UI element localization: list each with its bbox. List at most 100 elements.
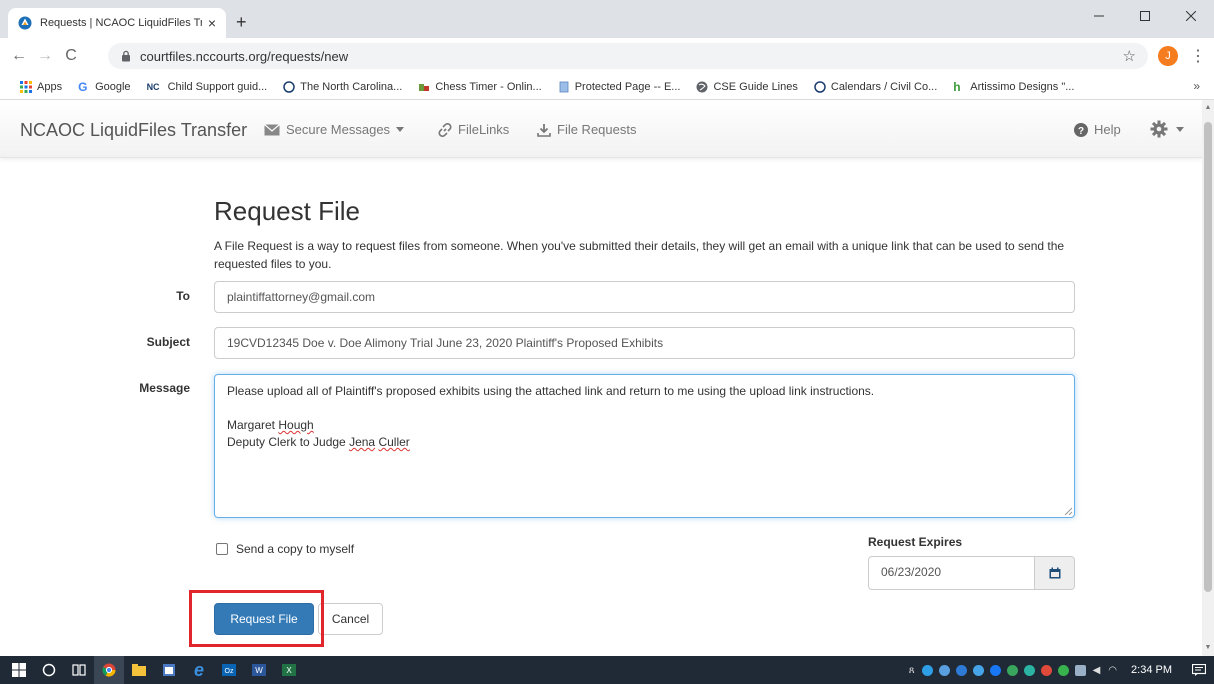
battery-icon[interactable] [1074, 664, 1086, 676]
bookmark-label: The North Carolina... [300, 80, 403, 93]
address-bar[interactable]: courtfiles.nccourts.org/requests/new ☆ [108, 43, 1148, 69]
send-copy-checkbox[interactable] [216, 543, 228, 555]
tab-close-icon[interactable]: × [208, 15, 216, 31]
bookmark-cse-guide-lines[interactable]: CSE Guide Lines [696, 80, 798, 93]
taskbar-edge[interactable]: e [184, 656, 214, 684]
maximize-button[interactable] [1122, 0, 1168, 32]
tray-app-icon[interactable] [955, 664, 967, 676]
folder-icon [132, 664, 146, 676]
outlook-icon: Oz [222, 664, 236, 676]
settings-menu[interactable] [1150, 120, 1184, 138]
start-button[interactable] [4, 656, 34, 684]
taskbar-outlook[interactable]: Oz [214, 656, 244, 684]
scroll-up-icon[interactable]: ▲ [1204, 104, 1212, 112]
tray-app-icon[interactable] [972, 664, 984, 676]
tray-app-icon[interactable] [1023, 664, 1035, 676]
cancel-button[interactable]: Cancel [318, 603, 383, 635]
action-center-button[interactable] [1184, 656, 1214, 684]
system-tray: ጸ ◀ ◠ 2:34 PM [905, 656, 1214, 684]
signature-last-name: Hough [278, 418, 314, 432]
tray-app-icon[interactable] [1006, 664, 1018, 676]
task-view-icon [72, 664, 86, 676]
bluetooth-icon[interactable] [989, 664, 1001, 676]
bookmark-protected-page[interactable]: Protected Page -- E... [558, 80, 681, 93]
bookmark-calendars[interactable]: Calendars / Civil Co... [814, 81, 937, 93]
message-line: Please upload all of Plaintiff's propose… [227, 384, 875, 398]
browser-menu-icon[interactable]: ⋮ [1190, 46, 1206, 66]
browser-tab[interactable]: Requests | NCAOC LiquidFiles Tra × [8, 8, 226, 38]
wifi-icon[interactable]: ◠ [1108, 665, 1117, 676]
app-window-icon [163, 664, 175, 676]
reload-icon[interactable]: C [58, 47, 84, 65]
subject-input[interactable] [214, 327, 1075, 359]
forward-arrow-icon[interactable]: → [32, 47, 58, 65]
nav-filelinks-label: FileLinks [458, 122, 510, 137]
chess-icon [419, 83, 430, 91]
nav-help[interactable]: ? Help [1074, 122, 1121, 137]
signature-title-prefix: Deputy Clerk to Judge [227, 435, 350, 449]
bookmark-artissimo[interactable]: h Artissimo Designs "... [953, 81, 1074, 93]
apps-grid-icon [20, 80, 32, 93]
browser-tab-strip: Requests | NCAOC LiquidFiles Tra × + [0, 0, 1214, 38]
back-arrow-icon[interactable]: ← [6, 47, 32, 65]
globe-icon [696, 81, 708, 92]
send-copy-label[interactable]: Send a copy to myself [236, 542, 354, 556]
taskbar-word[interactable]: W [244, 656, 274, 684]
volume-icon[interactable]: ◀ [1093, 665, 1101, 676]
send-copy-row[interactable]: Send a copy to myself [216, 542, 354, 556]
new-tab-button[interactable]: + [236, 12, 247, 33]
message-signature-name: Margaret Hough [227, 417, 1062, 434]
taskbar-clock[interactable]: 2:34 PM [1131, 664, 1172, 676]
scrollbar-thumb[interactable] [1204, 122, 1212, 592]
message-textarea[interactable]: Please upload all of Plaintiff's propose… [214, 374, 1075, 518]
svg-text:W: W [255, 666, 263, 675]
task-view-button[interactable] [64, 656, 94, 684]
bookmark-chess-timer[interactable]: Chess Timer - Onlin... [418, 81, 542, 93]
h-logo-icon: h [953, 79, 961, 94]
tray-app-icon[interactable] [1057, 664, 1069, 676]
expires-date-input[interactable]: 06/23/2020 [868, 556, 1035, 590]
taskbar-app[interactable] [154, 656, 184, 684]
close-window-button[interactable] [1168, 0, 1214, 32]
caret-down-icon [396, 127, 405, 132]
app-brand[interactable]: NCAOC LiquidFiles Transfer [20, 120, 247, 141]
tray-app-icon[interactable] [938, 664, 950, 676]
svg-text:X: X [286, 666, 292, 675]
profile-avatar[interactable]: J [1158, 46, 1178, 66]
onedrive-icon[interactable] [921, 664, 933, 676]
bookmark-apps[interactable]: Apps [20, 80, 63, 93]
nav-secure-messages[interactable]: Secure Messages [264, 122, 405, 137]
google-g-icon: G [78, 79, 88, 94]
nav-file-requests[interactable]: File Requests [537, 122, 636, 137]
taskbar-excel[interactable]: X [274, 656, 304, 684]
browser-toolbar: ← → C courtfiles.nccourts.org/requests/n… [0, 38, 1214, 74]
nc-icon: NC [146, 81, 160, 92]
windows-logo-icon [12, 663, 26, 677]
calendar-button[interactable] [1035, 556, 1075, 590]
tab-title: Requests | NCAOC LiquidFiles Tra [40, 17, 202, 29]
tray-app-icon[interactable] [1040, 664, 1052, 676]
bookmarks-overflow-icon[interactable]: » [1193, 79, 1200, 93]
people-icon[interactable]: ጸ [909, 665, 915, 676]
taskbar-chrome[interactable] [94, 656, 124, 684]
bookmark-child-support[interactable]: NC Child Support guid... [147, 81, 268, 93]
page-scrollbar[interactable]: ▲ ▼ [1202, 100, 1214, 656]
search-button[interactable] [34, 656, 64, 684]
resize-grip-icon[interactable] [1064, 507, 1072, 515]
expires-date-group: 06/23/2020 [868, 556, 1075, 590]
bookmark-north-carolina[interactable]: The North Carolina... [283, 81, 402, 93]
taskbar-file-explorer[interactable] [124, 656, 154, 684]
bookmark-label: CSE Guide Lines [713, 80, 798, 93]
minimize-button[interactable] [1076, 0, 1122, 32]
svg-text:Oz: Oz [225, 668, 234, 675]
bookmark-google[interactable]: G Google [78, 81, 130, 93]
nav-help-label: Help [1094, 122, 1121, 137]
bookmark-label: Child Support guid... [167, 80, 268, 93]
to-input[interactable] [214, 281, 1075, 313]
nav-filelinks[interactable]: FileLinks [438, 122, 509, 137]
url-text: courtfiles.nccourts.org/requests/new [140, 48, 349, 64]
scroll-down-icon[interactable]: ▼ [1204, 644, 1212, 652]
bookmark-label: Apps [37, 80, 63, 93]
bookmark-label: Protected Page -- E... [574, 80, 681, 93]
bookmark-star-icon[interactable]: ☆ [1123, 47, 1136, 65]
